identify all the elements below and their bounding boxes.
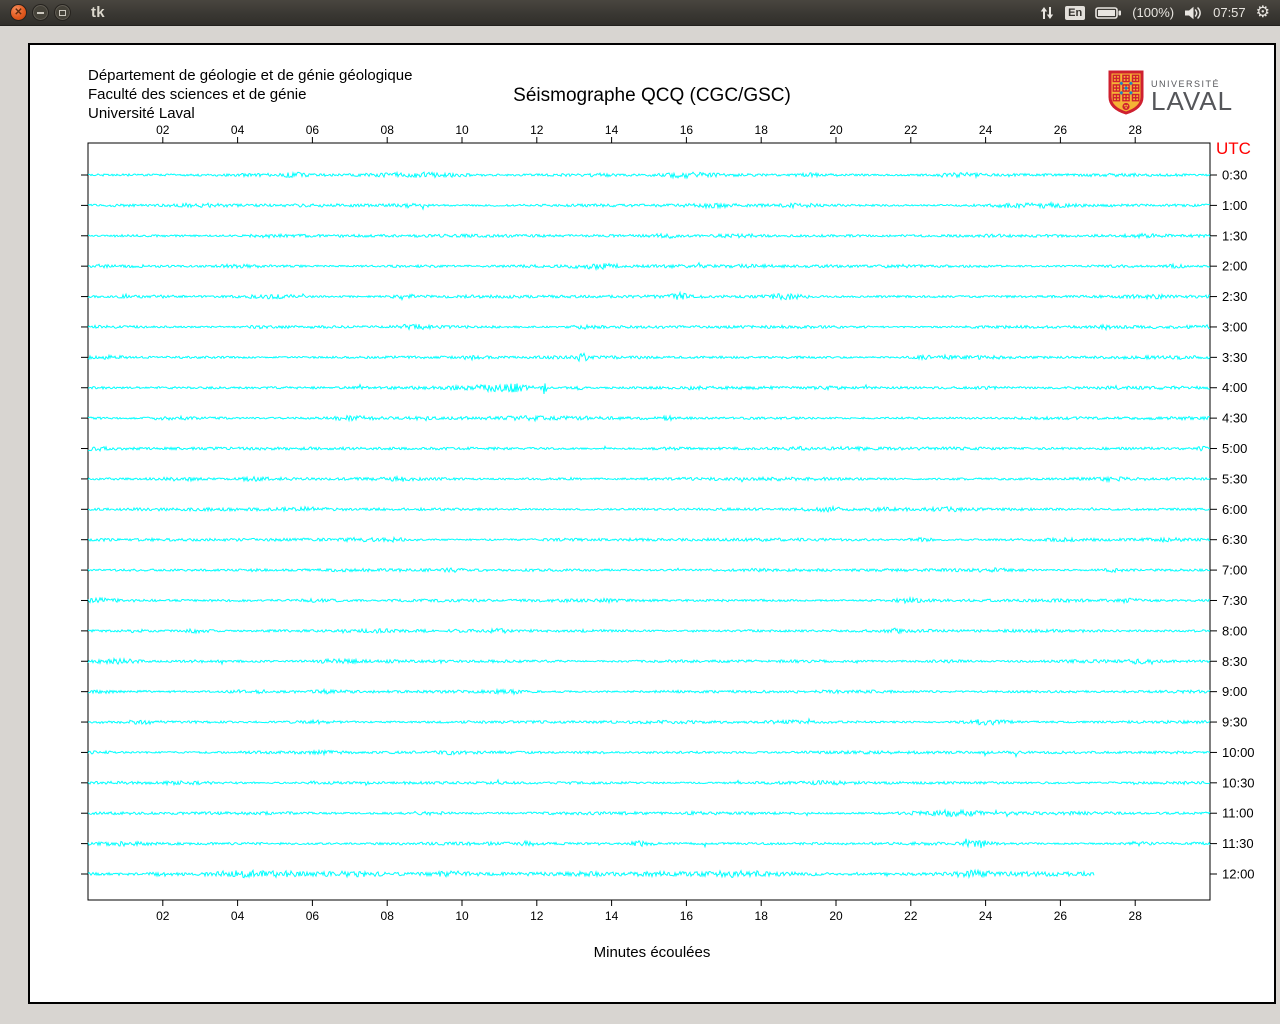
seismogram-trace-row-6	[87, 352, 1211, 363]
x-tick-label-bottom: 20	[829, 909, 843, 923]
x-tick-label-bottom: 06	[306, 909, 320, 923]
x-tick-label-bottom: 18	[755, 909, 769, 923]
row-utc-label: 11:30	[1222, 836, 1254, 851]
plot-frame	[87, 142, 1211, 901]
maximize-button[interactable]	[54, 4, 71, 21]
system-tray: En (100%) 07:57 ⚙	[1039, 4, 1270, 21]
row-utc-label: 0:30	[1222, 168, 1247, 183]
minimize-icon	[37, 11, 44, 14]
x-tick-label-bottom: 24	[979, 909, 993, 923]
row-utc-label: 7:00	[1222, 563, 1247, 578]
row-utc-label: 9:30	[1222, 715, 1247, 730]
x-tick-label-top: 10	[455, 123, 469, 137]
seismograph-canvas: Département de géologie et de génie géol…	[28, 43, 1276, 1004]
row-utc-label: 12:00	[1222, 867, 1255, 882]
seismogram-trace-row-16	[87, 657, 1211, 666]
row-utc-label: 1:00	[1222, 198, 1247, 213]
seismogram-trace-row-8	[87, 414, 1211, 423]
seismogram-trace-row-3	[87, 261, 1211, 272]
window-title: tk	[91, 4, 105, 21]
seismogram-trace-row-9	[87, 445, 1211, 452]
row-utc-label: 6:00	[1222, 502, 1247, 517]
row-utc-label: 1:30	[1222, 228, 1247, 243]
row-utc-label: 6:30	[1222, 532, 1247, 547]
seismogram-trace-row-12	[87, 535, 1211, 544]
network-arrows-icon[interactable]	[1039, 5, 1055, 21]
row-utc-label: 3:30	[1222, 350, 1247, 365]
row-utc-label: 11:00	[1222, 806, 1254, 821]
row-utc-label: 10:00	[1222, 745, 1255, 760]
minimize-button[interactable]	[32, 4, 49, 21]
row-utc-label: 4:30	[1222, 411, 1247, 426]
x-tick-label-top: 24	[979, 123, 993, 137]
x-tick-label-bottom: 04	[231, 909, 245, 923]
window-titlebar: ✕ tk En (100%) 07:57 ⚙	[0, 0, 1280, 26]
row-utc-label: 7:30	[1222, 593, 1247, 608]
seismogram-trace-row-15	[87, 627, 1211, 635]
x-tick-label-top: 08	[381, 123, 395, 137]
x-tick-label-top: 18	[755, 123, 769, 137]
x-tick-label-top: 16	[680, 123, 694, 137]
x-tick-label-bottom: 12	[530, 909, 544, 923]
seismogram-trace-row-7	[88, 383, 1211, 394]
seismogram-trace-row-1	[87, 200, 1211, 211]
clock-label[interactable]: 07:57	[1213, 5, 1246, 20]
volume-icon[interactable]	[1184, 6, 1203, 20]
x-axis-label: Minutes écoulées	[593, 944, 711, 961]
x-tick-label-bottom: 02	[156, 909, 170, 923]
session-gear-icon[interactable]: ⚙	[1256, 4, 1270, 21]
seismogram-trace-row-17	[87, 687, 1211, 696]
x-tick-label-bottom: 16	[680, 909, 694, 923]
battery-icon[interactable]	[1095, 6, 1122, 20]
x-tick-label-top: 20	[829, 123, 843, 137]
x-tick-label-top: 26	[1054, 123, 1068, 137]
seismogram-plot: 02 02 04 04 06 06 08 08 10 10 12 12 14 14 16 16 18 18 20 20…	[81, 123, 1255, 923]
seismogram-trace-row-13	[87, 567, 1211, 574]
seismogram-trace-row-5	[87, 323, 1211, 332]
seismogram-trace-row-19	[87, 748, 1211, 759]
seismogram-trace-row-14	[87, 595, 1211, 605]
x-tick-label-top: 04	[231, 123, 245, 137]
seismogram-trace-row-4	[87, 290, 1211, 302]
seismogram-trace-row-21	[87, 808, 1211, 818]
seismogram-trace-row-2	[87, 232, 1211, 240]
row-utc-label: 5:30	[1222, 471, 1247, 486]
row-utc-label: 8:30	[1222, 654, 1247, 669]
row-utc-label: 9:00	[1222, 684, 1247, 699]
battery-percent-label: (100%)	[1132, 5, 1175, 20]
row-utc-label: 3:00	[1222, 319, 1247, 334]
x-tick-label-top: 02	[156, 123, 170, 137]
x-tick-label-top: 14	[605, 123, 619, 137]
seismogram-trace-row-23	[87, 868, 1095, 880]
row-utc-label: 8:00	[1222, 623, 1247, 638]
x-tick-label-bottom: 22	[904, 909, 918, 923]
seismogram-trace-row-0	[87, 170, 1211, 180]
seismogram-trace-row-20	[87, 778, 1211, 787]
row-utc-label: 10:30	[1222, 775, 1255, 790]
seismogram-trace-row-10	[87, 474, 1211, 484]
x-tick-label-top: 06	[306, 123, 320, 137]
row-utc-label: 2:00	[1222, 259, 1247, 274]
x-tick-label-bottom: 14	[605, 909, 619, 923]
close-button[interactable]: ✕	[10, 4, 27, 21]
x-tick-label-bottom: 10	[455, 909, 469, 923]
x-tick-label-top: 12	[530, 123, 544, 137]
maximize-icon	[59, 9, 66, 16]
row-utc-label: 2:30	[1222, 289, 1247, 304]
desktop-screen: ✕ tk En (100%) 07:57 ⚙ Département de gé…	[0, 0, 1280, 1024]
x-tick-label-bottom: 08	[381, 909, 395, 923]
x-tick-label-top: 22	[904, 123, 918, 137]
row-utc-label: 5:00	[1222, 441, 1247, 456]
row-utc-label: 4:00	[1222, 380, 1247, 395]
x-tick-label-top: 28	[1129, 123, 1143, 137]
seismogram-trace-row-11	[87, 504, 1211, 513]
x-tick-label-bottom: 26	[1054, 909, 1068, 923]
seismogram-trace-row-22	[87, 838, 1211, 849]
x-tick-label-bottom: 28	[1129, 909, 1143, 923]
keyboard-layout-indicator[interactable]: En	[1065, 5, 1086, 20]
seismogram-trace-row-18	[87, 717, 1211, 726]
